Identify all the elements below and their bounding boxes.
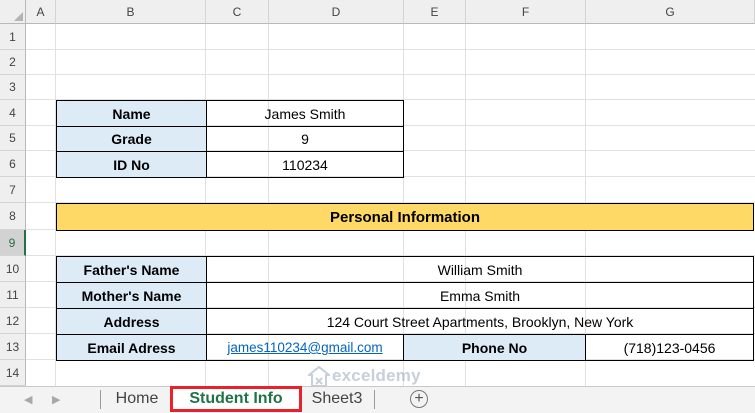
row-header-10[interactable]: 10 bbox=[0, 256, 26, 282]
add-sheet-button[interactable]: + bbox=[410, 390, 428, 408]
cell-c10-fathers-name-value[interactable]: William Smith bbox=[206, 256, 754, 283]
cell-g13-phone-value[interactable]: (718)123-0456 bbox=[585, 334, 754, 361]
sheet-tab-bar: ◀ ▶ Home Student Info Sheet3 + bbox=[0, 386, 755, 413]
row-header-9[interactable]: 9 bbox=[0, 230, 26, 256]
next-sheet-icon[interactable]: ▶ bbox=[52, 393, 60, 406]
row-header-11[interactable]: 11 bbox=[0, 282, 26, 308]
cell-b5-grade-label[interactable]: Grade bbox=[56, 126, 207, 152]
cell-b11-mothers-name-label[interactable]: Mother's Name bbox=[56, 282, 207, 309]
column-header-f[interactable]: F bbox=[466, 0, 586, 24]
cell-b6-id-label[interactable]: ID No bbox=[56, 151, 207, 178]
spreadsheet-grid[interactable]: A B C D E F G 1 2 3 4 5 6 7 8 9 10 11 12… bbox=[0, 0, 755, 413]
prev-sheet-icon[interactable]: ◀ bbox=[24, 393, 32, 406]
tab-separator bbox=[374, 390, 375, 409]
gridline-h bbox=[26, 49, 755, 50]
column-header-b[interactable]: B bbox=[56, 0, 206, 24]
row-header-2[interactable]: 2 bbox=[0, 50, 26, 75]
row-header-6[interactable]: 6 bbox=[0, 151, 26, 177]
tab-home[interactable]: Home bbox=[104, 387, 170, 411]
row-header-5[interactable]: 5 bbox=[0, 126, 26, 151]
tab-sheet3[interactable]: Sheet3 bbox=[302, 387, 372, 411]
column-header-g[interactable]: G bbox=[586, 0, 755, 24]
cell-c5-grade-value[interactable]: 9 bbox=[206, 126, 404, 152]
select-all-triangle-icon bbox=[14, 12, 23, 21]
cell-b4-name-label[interactable]: Name bbox=[56, 100, 207, 127]
row-header-7[interactable]: 7 bbox=[0, 177, 26, 203]
row-header-12[interactable]: 12 bbox=[0, 308, 26, 334]
cell-b10-fathers-name-label[interactable]: Father's Name bbox=[56, 256, 207, 283]
row-header-4[interactable]: 4 bbox=[0, 100, 26, 126]
column-header-d[interactable]: D bbox=[269, 0, 404, 24]
cell-e13-phone-label[interactable]: Phone No bbox=[403, 334, 586, 361]
cell-c4-name-value[interactable]: James Smith bbox=[206, 100, 404, 127]
column-header-e[interactable]: E bbox=[404, 0, 466, 24]
gridline-h bbox=[26, 74, 755, 75]
row-header-8[interactable]: 8 bbox=[0, 203, 26, 230]
section-title-personal-information[interactable]: Personal Information bbox=[56, 203, 754, 231]
tab-separator bbox=[100, 390, 101, 409]
row-header-13[interactable]: 13 bbox=[0, 334, 26, 360]
cell-b12-address-label[interactable]: Address bbox=[56, 308, 207, 335]
cell-b13-email-label[interactable]: Email Adress bbox=[56, 334, 207, 361]
cell-c11-mothers-name-value[interactable]: Emma Smith bbox=[206, 282, 754, 309]
tab-student-info[interactable]: Student Info bbox=[170, 386, 302, 412]
email-link[interactable]: james110234@gmail.com bbox=[227, 340, 382, 355]
select-all-corner[interactable] bbox=[0, 0, 26, 24]
cell-c12-address-value[interactable]: 124 Court Street Apartments, Brooklyn, N… bbox=[206, 308, 754, 335]
row-header-14[interactable]: 14 bbox=[0, 360, 26, 386]
column-header-c[interactable]: C bbox=[206, 0, 269, 24]
row-header-3[interactable]: 3 bbox=[0, 75, 26, 100]
cell-c13-email-value[interactable]: james110234@gmail.com bbox=[206, 334, 404, 361]
cell-c6-id-value[interactable]: 110234 bbox=[206, 151, 404, 178]
row-header-1[interactable]: 1 bbox=[0, 24, 26, 50]
column-header-a[interactable]: A bbox=[26, 0, 56, 24]
